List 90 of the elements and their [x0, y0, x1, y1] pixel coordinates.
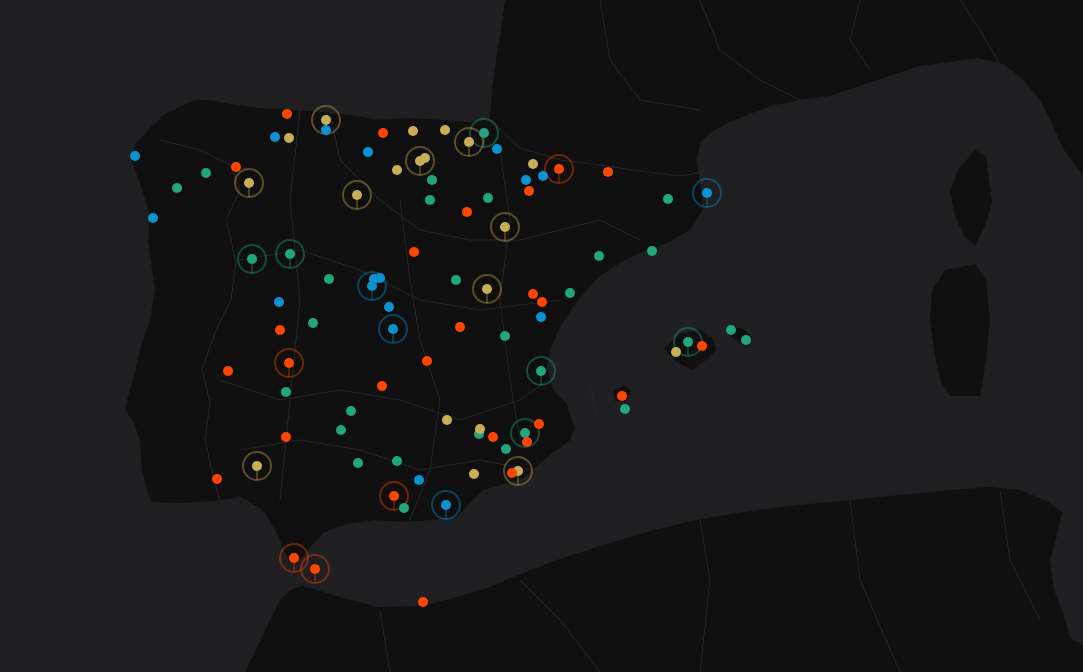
- map-marker-icon[interactable]: [282, 109, 292, 119]
- map-marker-icon[interactable]: [399, 503, 409, 513]
- map-marker-icon[interactable]: [352, 190, 362, 200]
- map-marker-icon[interactable]: [683, 337, 693, 347]
- map-marker-icon[interactable]: [442, 415, 452, 425]
- map-marker-icon[interactable]: [308, 318, 318, 328]
- map-marker-icon[interactable]: [212, 474, 222, 484]
- map-marker-icon[interactable]: [252, 461, 262, 471]
- map-marker-icon[interactable]: [620, 404, 630, 414]
- map-marker-icon[interactable]: [500, 331, 510, 341]
- map-marker-icon[interactable]: [483, 193, 493, 203]
- map-marker-icon[interactable]: [536, 366, 546, 376]
- map-marker-icon[interactable]: [270, 132, 280, 142]
- map-marker-icon[interactable]: [565, 288, 575, 298]
- map-marker-icon[interactable]: [536, 312, 546, 322]
- map-marker-icon[interactable]: [455, 322, 465, 332]
- map-marker-icon[interactable]: [617, 391, 627, 401]
- map-marker-icon[interactable]: [741, 335, 751, 345]
- map-marker-icon[interactable]: [367, 281, 377, 291]
- map-marker-icon[interactable]: [321, 115, 331, 125]
- map-marker-icon[interactable]: [697, 341, 707, 351]
- map-marker-icon[interactable]: [603, 167, 613, 177]
- map-marker-icon[interactable]: [440, 125, 450, 135]
- map-marker-icon[interactable]: [130, 151, 140, 161]
- map-marker-icon[interactable]: [285, 249, 295, 259]
- map-marker-icon[interactable]: [702, 188, 712, 198]
- map-marker-icon[interactable]: [528, 289, 538, 299]
- map-marker-icon[interactable]: [501, 444, 511, 454]
- map-marker-icon[interactable]: [281, 432, 291, 442]
- map-marker-icon[interactable]: [284, 358, 294, 368]
- map-marker-icon[interactable]: [418, 597, 428, 607]
- map-marker-icon[interactable]: [554, 164, 564, 174]
- map-marker-icon[interactable]: [422, 356, 432, 366]
- map-marker-icon[interactable]: [244, 178, 254, 188]
- map-marker-icon[interactable]: [492, 144, 502, 154]
- map-marker-icon[interactable]: [310, 564, 320, 574]
- map-marker-icon[interactable]: [274, 297, 284, 307]
- map-marker-icon[interactable]: [726, 325, 736, 335]
- map-marker-icon[interactable]: [321, 125, 331, 135]
- map-marker-icon[interactable]: [172, 183, 182, 193]
- map-marker-icon[interactable]: [488, 432, 498, 442]
- map-marker-icon[interactable]: [346, 406, 356, 416]
- map-marker-icon[interactable]: [353, 458, 363, 468]
- map-marker-icon[interactable]: [528, 159, 538, 169]
- map-marker-icon[interactable]: [462, 207, 472, 217]
- map-marker-icon[interactable]: [392, 165, 402, 175]
- map-marker-icon[interactable]: [482, 284, 492, 294]
- map-marker-icon[interactable]: [378, 128, 388, 138]
- map-marker-icon[interactable]: [500, 222, 510, 232]
- map-marker-icon[interactable]: [231, 162, 241, 172]
- map-marker-icon[interactable]: [534, 419, 544, 429]
- map-marker-icon[interactable]: [507, 468, 517, 478]
- map-marker-icon[interactable]: [475, 424, 485, 434]
- map-marker-icon[interactable]: [464, 137, 474, 147]
- map-marker-icon[interactable]: [377, 381, 387, 391]
- map-marker-icon[interactable]: [414, 475, 424, 485]
- map-marker-icon[interactable]: [388, 324, 398, 334]
- map-marker-icon[interactable]: [284, 133, 294, 143]
- map-marker-icon[interactable]: [521, 175, 531, 185]
- map-marker-icon[interactable]: [324, 274, 334, 284]
- map-marker-icon[interactable]: [537, 297, 547, 307]
- map-marker-icon[interactable]: [415, 156, 425, 166]
- map-marker-icon[interactable]: [594, 251, 604, 261]
- map-marker-icon[interactable]: [289, 553, 299, 563]
- map-marker-icon[interactable]: [522, 437, 532, 447]
- map-marker-icon[interactable]: [538, 171, 548, 181]
- map-marker-icon[interactable]: [469, 469, 479, 479]
- map-marker-icon[interactable]: [520, 428, 530, 438]
- map-marker-icon[interactable]: [148, 213, 158, 223]
- map-marker-icon[interactable]: [647, 246, 657, 256]
- map-marker-icon[interactable]: [409, 247, 419, 257]
- map-marker-icon[interactable]: [408, 126, 418, 136]
- map-marker-icon[interactable]: [441, 500, 451, 510]
- map-marker-icon[interactable]: [336, 425, 346, 435]
- map-marker-icon[interactable]: [201, 168, 211, 178]
- map-marker-icon[interactable]: [392, 456, 402, 466]
- map-marker-icon[interactable]: [223, 366, 233, 376]
- map-marker-icon[interactable]: [275, 325, 285, 335]
- map-marker-icon[interactable]: [663, 194, 673, 204]
- map-marker-icon[interactable]: [671, 347, 681, 357]
- map-marker-icon[interactable]: [363, 147, 373, 157]
- map-marker-icon[interactable]: [427, 175, 437, 185]
- map-marker-icon[interactable]: [384, 302, 394, 312]
- map-marker-icon[interactable]: [247, 254, 257, 264]
- map-marker-icon[interactable]: [451, 275, 461, 285]
- map-marker-icon[interactable]: [479, 128, 489, 138]
- map-marker-icon[interactable]: [425, 195, 435, 205]
- map-marker-icon[interactable]: [524, 186, 534, 196]
- map-marker-icon[interactable]: [389, 491, 399, 501]
- map-marker-icon[interactable]: [281, 387, 291, 397]
